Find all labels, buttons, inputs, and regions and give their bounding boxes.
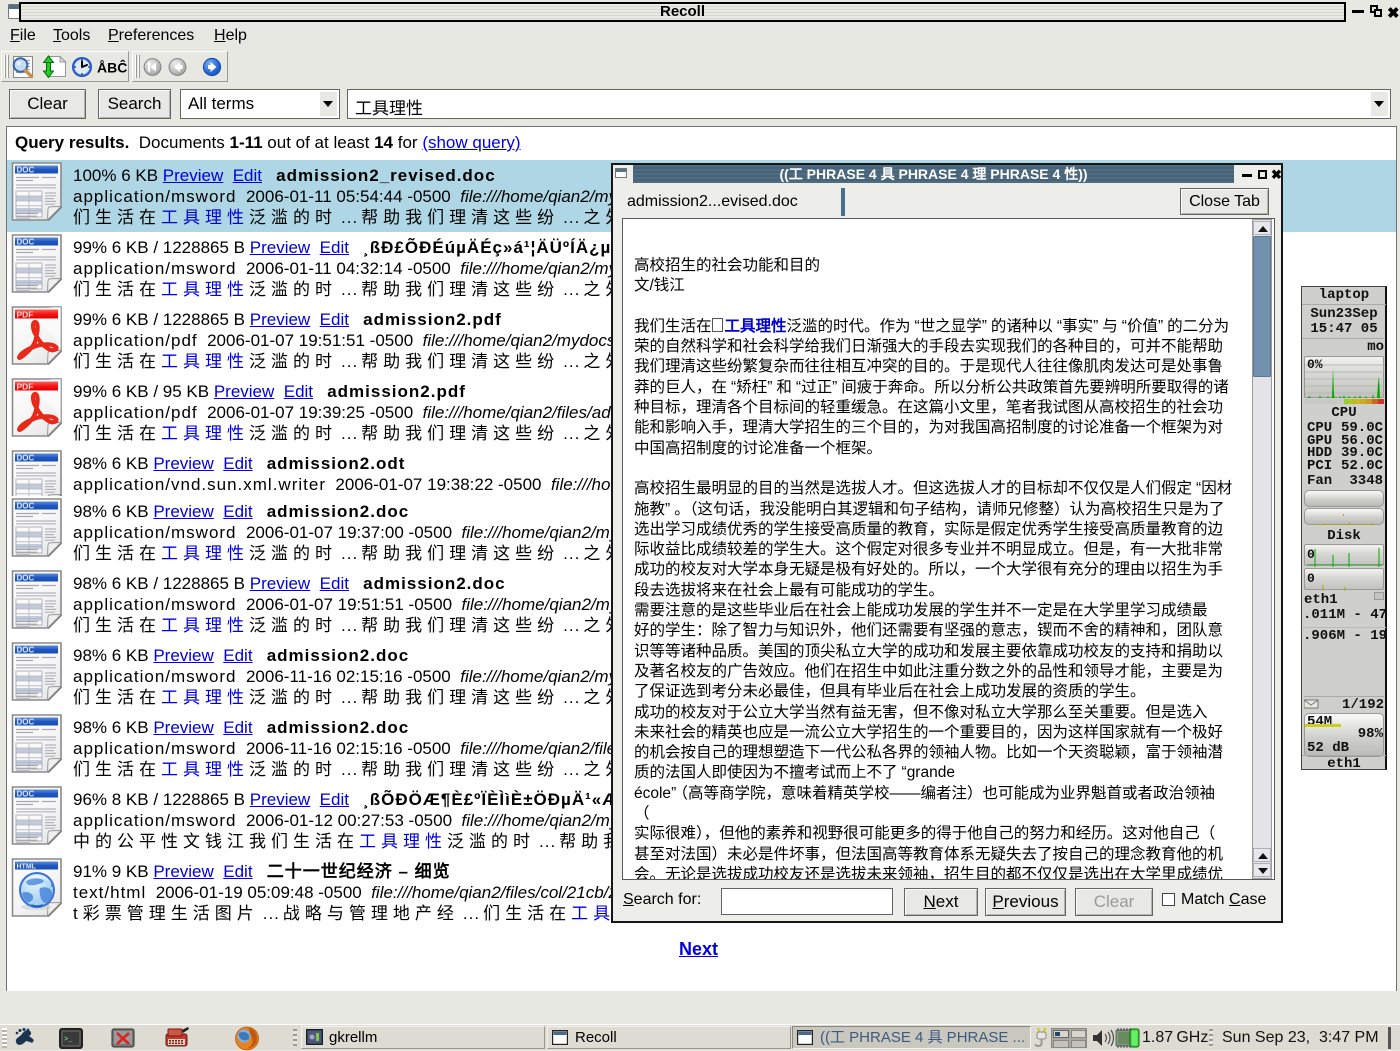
svg-text:ÅBĈ: ÅBĈ [97, 59, 127, 76]
svg-text:>_: >_ [64, 1036, 73, 1044]
